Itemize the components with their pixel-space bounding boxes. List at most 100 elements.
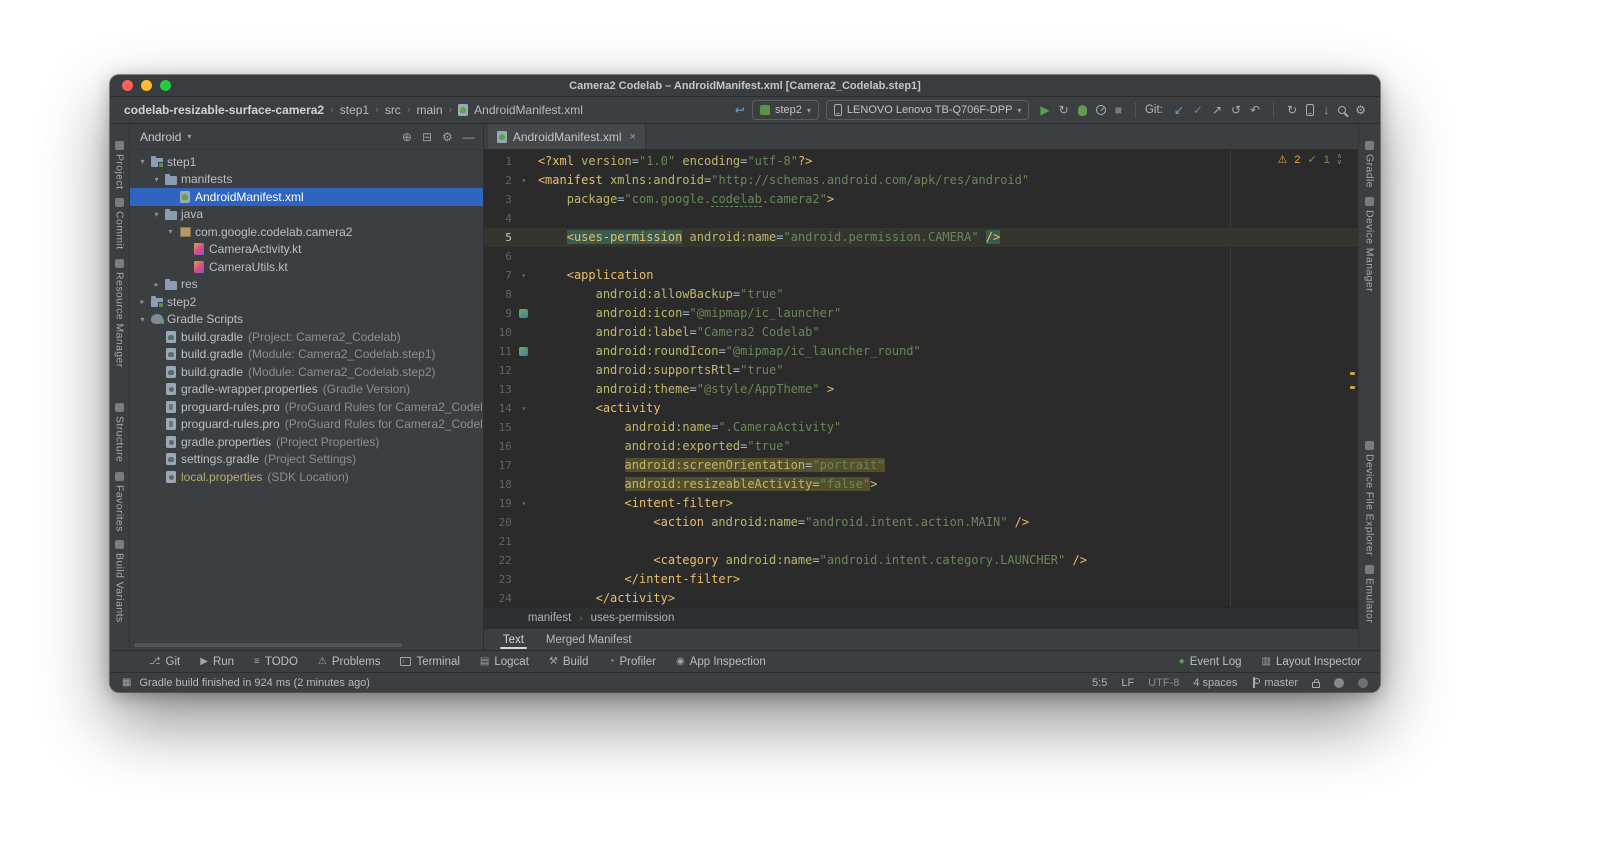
- tree-item-build-gradle[interactable]: build.gradle (Module: Camera2_Codelab.ste…: [130, 346, 483, 364]
- tree-item-manifests[interactable]: ▾ manifests: [130, 171, 483, 189]
- tool-window-button-run[interactable]: ▶ Run: [191, 651, 243, 672]
- search-icon[interactable]: [1338, 106, 1347, 114]
- fold-marker-icon[interactable]: ▾: [516, 266, 532, 285]
- hide-panel-icon[interactable]: —: [463, 130, 475, 144]
- tree-chevron-icon[interactable]: ▾: [150, 210, 163, 219]
- tool-stripe-button-gradle[interactable]: Gradle: [1364, 141, 1376, 188]
- tree-item-local-properties[interactable]: local.properties (SDK Location): [130, 468, 483, 486]
- commit-icon[interactable]: ✓: [1193, 104, 1203, 116]
- tool-stripe-button-project[interactable]: Project: [114, 141, 126, 189]
- tool-window-button-logcat[interactable]: ▤ Logcat: [471, 651, 538, 672]
- tool-stripe-button-device-manager[interactable]: Device Manager: [1364, 196, 1376, 292]
- gutter-preview-icon[interactable]: [516, 342, 532, 361]
- apply-changes-icon[interactable]: ↻: [1059, 104, 1069, 116]
- settings-icon[interactable]: ⚙: [1355, 104, 1366, 116]
- run-configuration-select[interactable]: step2 ▾: [751, 100, 819, 120]
- settings-gear-icon[interactable]: ⚙: [442, 130, 453, 144]
- tool-window-button-layout-inspector[interactable]: ▥ Layout Inspector: [1253, 651, 1370, 672]
- gradle-sync-icon[interactable]: ↻: [1287, 104, 1297, 116]
- readonly-lock-icon[interactable]: [1312, 678, 1320, 688]
- tree-item-step1[interactable]: ▾ step1: [130, 153, 483, 171]
- tool-window-button-build[interactable]: ⚒ Build: [540, 651, 598, 672]
- line-separator[interactable]: LF: [1121, 677, 1134, 689]
- breadcrumb-item-main[interactable]: main: [416, 103, 442, 117]
- tool-window-button-git[interactable]: ⎇ Git: [140, 651, 189, 672]
- tree-chevron-icon[interactable]: ▾: [164, 227, 177, 236]
- device-select[interactable]: LENOVO Lenovo TB-Q706F-DPP ▾: [825, 100, 1030, 120]
- minimize-window-button[interactable]: [141, 80, 152, 91]
- tool-stripe-button-commit[interactable]: Commit: [114, 198, 126, 250]
- indicator-icon-1[interactable]: [1334, 677, 1344, 688]
- tree-item-settings-gradle[interactable]: settings.gradle (Project Settings): [130, 451, 483, 469]
- tree-chevron-icon[interactable]: ▾: [150, 175, 163, 184]
- tool-window-button-terminal[interactable]: › Terminal: [391, 651, 468, 672]
- tree-item-build-gradle[interactable]: build.gradle (Module: Camera2_Codelab.ste…: [130, 363, 483, 381]
- breadcrumb-item-androidmanifest-xml[interactable]: AndroidManifest.xml: [474, 103, 583, 117]
- sdk-manager-icon[interactable]: ↓: [1323, 104, 1329, 116]
- history-icon[interactable]: ↺: [1231, 104, 1241, 116]
- tree-item-gradle-properties[interactable]: gradle.properties (Project Properties): [130, 433, 483, 451]
- tree-item-res[interactable]: ▸ res: [130, 276, 483, 294]
- tool-stripe-button-favorites[interactable]: Favorites: [114, 471, 126, 531]
- project-view-selector[interactable]: Android: [140, 130, 181, 144]
- tree-item-proguard-rules-pro[interactable]: proguard-rules.pro (ProGuard Rules for Ca…: [130, 398, 483, 416]
- tree-item-java[interactable]: ▾ java: [130, 206, 483, 224]
- xml-breadcrumb-uses-permission[interactable]: uses-permission: [591, 612, 675, 624]
- xml-breadcrumb-manifest[interactable]: manifest: [528, 612, 571, 624]
- tree-item-gradle-scripts[interactable]: ▾ Gradle Scripts: [130, 311, 483, 329]
- close-window-button[interactable]: [122, 80, 133, 91]
- file-encoding[interactable]: UTF-8: [1148, 677, 1179, 689]
- locate-file-icon[interactable]: ⊕: [402, 130, 412, 144]
- view-tab-text[interactable]: Text: [492, 629, 535, 650]
- editor-tab-androidmanifest[interactable]: AndroidManifest.xml ×: [487, 124, 646, 149]
- tree-chevron-icon[interactable]: ▾: [136, 157, 149, 166]
- tree-chevron-icon[interactable]: ▸: [150, 280, 163, 289]
- next-prev-warning-icons[interactable]: ∧ ∨: [1337, 153, 1342, 166]
- horizontal-scrollbar[interactable]: [134, 643, 402, 647]
- tool-window-button-profiler[interactable]: ◔ Profiler: [599, 651, 664, 672]
- collapse-all-icon[interactable]: ⊟: [422, 130, 432, 144]
- device-manager-icon[interactable]: [1306, 104, 1315, 116]
- indicator-icon-2[interactable]: [1358, 677, 1368, 688]
- update-project-icon[interactable]: ↙: [1174, 104, 1184, 116]
- rollback-icon[interactable]: ↶: [1250, 104, 1260, 116]
- code-editor[interactable]: ⚠ 2 ✓ 1 ∧ ∨ 1 <?xml version="1.0" encoding…: [483, 150, 1358, 607]
- stop-icon[interactable]: ■: [1115, 104, 1122, 116]
- debug-icon[interactable]: [1077, 104, 1087, 116]
- tree-chevron-icon[interactable]: ▸: [136, 297, 149, 306]
- profiler-icon[interactable]: [1095, 105, 1106, 115]
- breadcrumb-item-codelab-resizable-surface-camera2[interactable]: codelab-resizable-surface-camera2: [124, 103, 324, 117]
- tool-window-toggle-icon[interactable]: ▦: [122, 677, 131, 688]
- push-icon[interactable]: ↗: [1212, 104, 1222, 116]
- tool-stripe-button-emulator[interactable]: Emulator: [1364, 564, 1376, 623]
- tree-item-camerautils-kt[interactable]: CameraUtils.kt: [130, 258, 483, 276]
- inspection-widget[interactable]: ⚠ 2 ✓ 1 ∧ ∨: [1278, 153, 1342, 167]
- fold-marker-icon[interactable]: ▾: [516, 399, 532, 418]
- indent-style[interactable]: 4 spaces: [1193, 677, 1237, 689]
- tree-chevron-icon[interactable]: ▾: [136, 315, 149, 324]
- tree-item-step2[interactable]: ▸ step2: [130, 293, 483, 311]
- git-branch-widget[interactable]: master: [1251, 677, 1298, 689]
- tool-window-button-event-log[interactable]: ● Event Log: [1170, 651, 1251, 672]
- tool-stripe-button-structure[interactable]: Structure: [114, 403, 126, 463]
- breadcrumb-item-src[interactable]: src: [385, 103, 401, 117]
- view-tab-merged-manifest[interactable]: Merged Manifest: [535, 629, 643, 650]
- tree-item-build-gradle[interactable]: build.gradle (Project: Camera2_Codelab): [130, 328, 483, 346]
- tool-window-button-problems[interactable]: ⚠ Problems: [309, 651, 390, 672]
- stripe-warning-mark[interactable]: [1350, 372, 1355, 375]
- tree-item-cameraactivity-kt[interactable]: CameraActivity.kt: [130, 241, 483, 259]
- fold-marker-icon[interactable]: ▾: [516, 494, 532, 513]
- caret-position[interactable]: 5:5: [1092, 677, 1107, 689]
- tree-item-gradle-wrapper-properties[interactable]: gradle-wrapper.properties (Gradle Version…: [130, 381, 483, 399]
- tool-stripe-button-resource-manager[interactable]: Resource Manager: [114, 259, 126, 368]
- zoom-window-button[interactable]: [160, 80, 171, 91]
- run-icon[interactable]: ▶: [1040, 104, 1049, 116]
- tool-window-button-app-inspection[interactable]: ◉ App Inspection: [667, 651, 775, 672]
- tree-item-com-google-codelab-camera2[interactable]: ▾ com.google.codelab.camera2: [130, 223, 483, 241]
- close-tab-icon[interactable]: ×: [630, 131, 636, 143]
- error-stripe[interactable]: [1348, 150, 1358, 607]
- breadcrumb-item-step1[interactable]: step1: [340, 103, 369, 117]
- tool-window-button-todo[interactable]: ≡ TODO: [245, 651, 307, 672]
- tree-item-androidmanifest-xml[interactable]: AndroidManifest.xml: [130, 188, 483, 206]
- fold-marker-icon[interactable]: ▾: [516, 171, 532, 190]
